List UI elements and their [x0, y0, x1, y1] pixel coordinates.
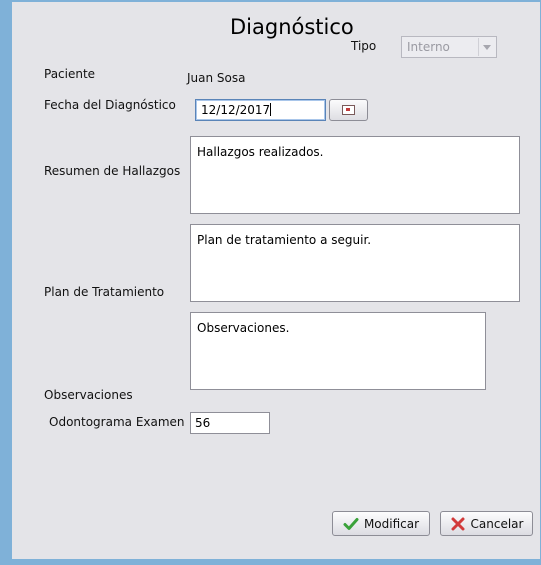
paciente-label: Paciente: [44, 67, 96, 81]
modificar-button-label: Modificar: [363, 516, 420, 531]
checkmark-icon: [343, 516, 359, 532]
cancelar-button[interactable]: Cancelar: [440, 511, 533, 536]
tipo-select-value: Interno: [407, 40, 450, 54]
observaciones-label: Observaciones: [44, 388, 133, 402]
close-icon: [450, 516, 466, 532]
text-caret: [270, 103, 272, 116]
odontograma-label: Odontograma Examen: [49, 415, 185, 429]
dialog-title: Diagnóstico: [230, 15, 354, 39]
resumen-textarea[interactable]: Hallazgos realizados.: [190, 136, 520, 214]
fecha-input-value: 12/12/2017: [201, 103, 271, 117]
dialog-panel: Diagnóstico Tipo Interno Paciente Juan S…: [12, 2, 540, 559]
cancelar-button-label: Cancelar: [470, 516, 524, 531]
tipo-label: Tipo: [351, 39, 377, 53]
resumen-label: Resumen de Hallazgos: [44, 164, 181, 178]
fecha-input[interactable]: 12/12/2017: [195, 99, 326, 121]
chevron-down-icon[interactable]: [478, 38, 495, 56]
calendar-icon: [342, 105, 355, 115]
paciente-value: Juan Sosa: [187, 71, 246, 85]
plan-textarea[interactable]: Plan de tratamiento a seguir.: [190, 224, 520, 302]
fecha-label: Fecha del Diagnóstico: [44, 98, 176, 112]
plan-label: Plan de Tratamiento: [44, 285, 165, 299]
dialog-window: Diagnóstico Tipo Interno Paciente Juan S…: [0, 0, 541, 565]
odontograma-input[interactable]: 56: [190, 412, 270, 434]
tipo-select[interactable]: Interno: [401, 36, 497, 58]
observaciones-textarea[interactable]: Observaciones.: [190, 312, 486, 390]
calendar-button[interactable]: [329, 99, 368, 121]
modificar-button[interactable]: Modificar: [332, 511, 430, 536]
